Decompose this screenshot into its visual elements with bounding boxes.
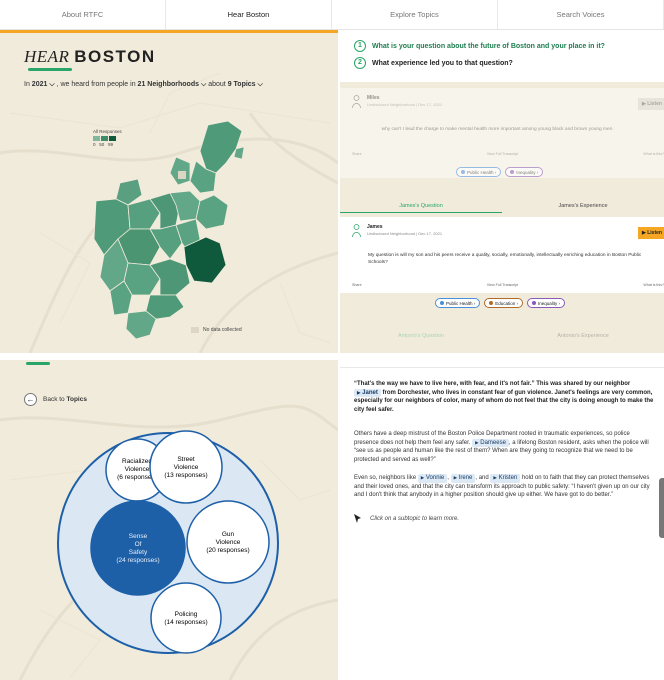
bubble-policing[interactable]: Policing (14 responses) bbox=[150, 582, 222, 654]
topics-dropdown[interactable]: 9 Topics ⌵ bbox=[228, 81, 263, 88]
svg-text:(20 responses): (20 responses) bbox=[206, 547, 249, 554]
voice-quote: My question is will my son and his peers… bbox=[368, 253, 642, 266]
svg-text:(13 responses): (13 responses) bbox=[164, 472, 207, 479]
listen-button[interactable]: ▶ Listen bbox=[638, 227, 664, 239]
listen-button[interactable]: ▶ Listen bbox=[638, 98, 664, 110]
svg-text:Violence: Violence bbox=[174, 464, 199, 471]
person-header: James Undisclosed Neighborhood | Dec 17, … bbox=[352, 224, 442, 237]
no-data-legend: No data collected bbox=[191, 327, 242, 333]
chevron-down-icon: ⌵ bbox=[49, 81, 55, 88]
play-icon: ▶ bbox=[420, 475, 425, 480]
side-drawer-handle[interactable] bbox=[659, 478, 664, 538]
nav-tab-search-voices[interactable]: Search Voices bbox=[498, 0, 664, 29]
neighborhood-map[interactable] bbox=[93, 120, 245, 340]
subtopic-bubble-chart: Racialized Violence (6 responses) Street… bbox=[57, 430, 279, 654]
tab-james-question[interactable]: James's Question bbox=[340, 199, 502, 213]
filter-sentence: In 2021 ⌵ , we heard from people in 21 N… bbox=[24, 81, 263, 88]
play-icon: ▶ bbox=[357, 389, 361, 395]
person-icon bbox=[352, 224, 361, 237]
play-icon: ▶ bbox=[475, 439, 479, 445]
neighborhoods-dropdown[interactable]: 21 Neighborhoods ⌵ bbox=[138, 81, 207, 88]
svg-text:Street: Street bbox=[177, 456, 195, 463]
view-transcript-link[interactable]: View Full Transcript bbox=[487, 152, 518, 156]
tab-antonio-question[interactable]: Antonio's Question bbox=[340, 329, 502, 343]
topic-bubbles-panel: ← Back to Topics Racialized Violence (6 … bbox=[0, 360, 338, 680]
play-icon: ▶ bbox=[453, 475, 458, 480]
person-header: Miles Undisclosed Neighborhood | Dec 17, … bbox=[352, 95, 442, 108]
voice-link-vonnie[interactable]: ▶ Vonnie bbox=[417, 474, 448, 483]
questions-box: 1 What is your question about the future … bbox=[340, 30, 664, 82]
legend-ticks: 0 50 99 bbox=[93, 142, 114, 147]
svg-text:Sense: Sense bbox=[129, 533, 148, 540]
svg-text:Of: Of bbox=[135, 541, 142, 548]
svg-text:Safety: Safety bbox=[129, 549, 148, 556]
logo-underline bbox=[28, 68, 72, 71]
question-2: 2 What experience led you to that questio… bbox=[354, 57, 513, 69]
legend-title: All Responses bbox=[93, 129, 122, 134]
year-dropdown[interactable]: 2021 ⌵ bbox=[32, 81, 55, 88]
chevron-down-icon: ⌵ bbox=[200, 81, 207, 88]
bubble-gun-violence[interactable]: Gun Violence (20 responses) bbox=[186, 500, 270, 584]
topic-chips-james: Public Health › Education › Inequality › bbox=[435, 298, 566, 308]
hear-boston-panel: HEAR BOSTON In 2021 ⌵ , we heard from pe… bbox=[0, 33, 338, 353]
view-transcript-link[interactable]: View Full Transcript bbox=[487, 283, 518, 287]
topic-story-panel: “That's the way we have to live here, wi… bbox=[340, 360, 664, 680]
voice-link-dameese[interactable]: ▶ Dameese bbox=[472, 438, 509, 448]
chip-public-health[interactable]: Public Health › bbox=[456, 167, 502, 177]
voice-card-james[interactable]: James Undisclosed Neighborhood | Dec 17, … bbox=[340, 217, 664, 293]
voice-quote: why can't I lead the charge to make ment… bbox=[381, 127, 613, 132]
nav-tab-about[interactable]: About RTFC bbox=[0, 0, 166, 29]
cursor-icon bbox=[354, 514, 361, 523]
person-icon bbox=[352, 95, 361, 108]
voice-link-irene[interactable]: ▶ Irene bbox=[450, 474, 476, 483]
svg-text:(24 responses): (24 responses) bbox=[116, 557, 159, 564]
bubble-sense-of-safety[interactable]: Sense Of Safety (24 responses) bbox=[90, 500, 186, 596]
svg-text:Violence: Violence bbox=[216, 539, 241, 546]
hear-boston-logo[interactable]: HEAR BOSTON bbox=[24, 47, 156, 67]
svg-text:Racialized: Racialized bbox=[122, 458, 152, 465]
what-is-this-link[interactable]: What is this? bbox=[643, 283, 664, 287]
panel-top-border bbox=[340, 360, 664, 368]
antonio-tabs: Antonio's Question Antonio's Experience bbox=[340, 329, 664, 343]
chip-public-health[interactable]: Public Health › bbox=[435, 298, 481, 308]
james-tabs: James's Question James's Experience bbox=[340, 199, 664, 213]
chip-inequality[interactable]: Inequality › bbox=[505, 167, 544, 177]
no-data-swatch bbox=[191, 327, 199, 333]
question-1: 1 What is your question about the future … bbox=[354, 40, 605, 52]
voice-card-miles[interactable]: Miles Undisclosed Neighborhood | Dec 17, … bbox=[340, 88, 664, 178]
svg-text:Gun: Gun bbox=[222, 531, 235, 538]
voices-panel: 1 What is your question about the future … bbox=[340, 30, 664, 353]
chip-education[interactable]: Education › bbox=[484, 298, 524, 308]
chip-inequality[interactable]: Inequality › bbox=[527, 298, 566, 308]
story-paragraph-3: Even so, neighbors like ▶ Vonnie, ▶ Iren… bbox=[354, 474, 650, 499]
top-navigation: About RTFC Hear Boston Explore Topics Se… bbox=[0, 0, 664, 30]
story-paragraph-1: “That's the way we have to live here, wi… bbox=[354, 381, 654, 414]
card-footer: Share View Full Transcript What is this? bbox=[352, 283, 664, 287]
nav-tab-explore-topics[interactable]: Explore Topics bbox=[332, 0, 498, 29]
tab-james-experience[interactable]: James's Experience bbox=[502, 199, 664, 213]
svg-text:Policing: Policing bbox=[175, 611, 198, 618]
chevron-down-icon: ⌵ bbox=[257, 81, 263, 88]
topic-chips-miles: Public Health › Inequality › bbox=[456, 167, 544, 177]
nav-tab-hear-boston[interactable]: Hear Boston bbox=[166, 0, 332, 29]
svg-text:(14 responses): (14 responses) bbox=[164, 619, 207, 626]
share-link[interactable]: Share bbox=[352, 283, 362, 287]
what-is-this-link[interactable]: What is this? bbox=[643, 152, 664, 156]
card-footer: Share View Full Transcript What is this? bbox=[352, 152, 664, 156]
play-icon: ▶ bbox=[493, 475, 497, 480]
tab-antonio-experience[interactable]: Antonio's Experience bbox=[502, 329, 664, 343]
voice-link-kristen[interactable]: ▶ Kristen bbox=[490, 474, 521, 483]
subtopic-hint: Click on a subtopic to learn more. bbox=[354, 514, 459, 523]
voice-link-janet[interactable]: ▶ Janet bbox=[354, 388, 381, 398]
map-legend: All Responses 0 50 99 bbox=[93, 129, 122, 147]
bubble-street-violence[interactable]: Street Violence (13 responses) bbox=[149, 430, 223, 504]
share-link[interactable]: Share bbox=[352, 152, 362, 156]
legend-swatches bbox=[93, 136, 122, 141]
svg-text:Violence: Violence bbox=[125, 466, 150, 473]
story-paragraph-2: Others have a deep mistrust of the Bosto… bbox=[354, 431, 649, 464]
